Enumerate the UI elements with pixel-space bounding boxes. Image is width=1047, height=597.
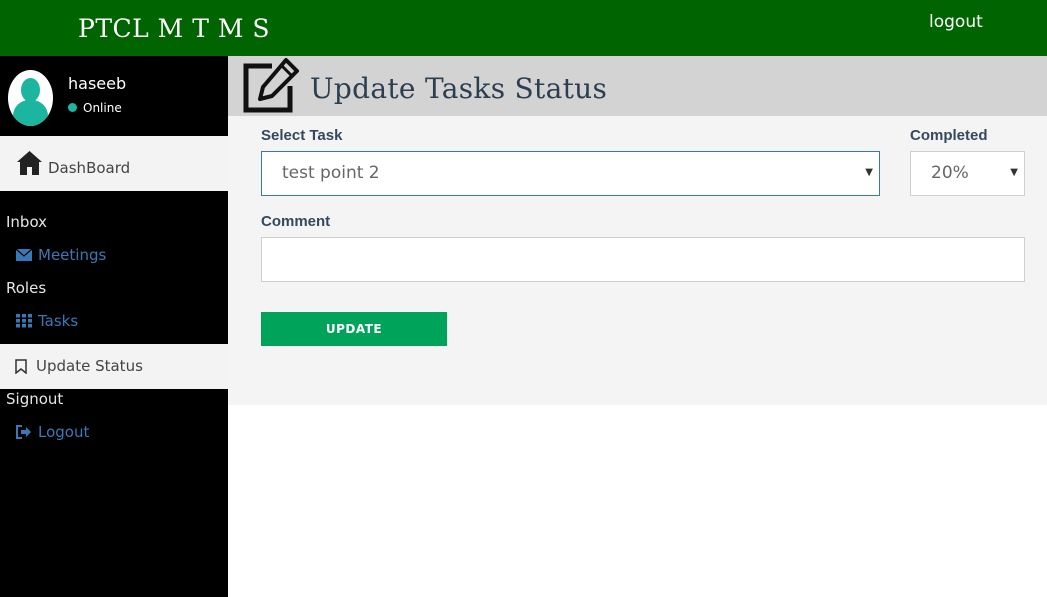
sidebar-heading-roles: Roles: [6, 279, 47, 297]
sidebar-item-logout[interactable]: Logout: [16, 423, 89, 441]
logout-link[interactable]: logout: [929, 12, 983, 32]
grid-icon: [16, 314, 32, 328]
brand-title[interactable]: PTCL M T M S: [78, 14, 270, 43]
sidebar-item-label: Logout: [38, 423, 90, 441]
online-status-text: Online: [83, 101, 122, 115]
completed-select[interactable]: 20% ▼: [910, 151, 1025, 196]
sidebar-item-label: Meetings: [38, 246, 107, 264]
envelope-icon: [16, 248, 32, 261]
select-task-label: Select Task: [261, 127, 343, 144]
comment-label: Comment: [261, 213, 331, 230]
sidebar-item-update-status[interactable]: Update Status: [0, 344, 228, 389]
sidebar-heading-signout: Signout: [6, 390, 64, 408]
completed-label: Completed: [910, 127, 988, 144]
sidebar-heading-inbox: Inbox: [6, 213, 48, 231]
user-profile: haseeb Online: [0, 56, 228, 136]
username: haseeb: [68, 74, 127, 93]
sidebar-item-label: Tasks: [38, 312, 79, 330]
online-status-icon: [68, 103, 77, 112]
task-select-value: test point 2: [282, 163, 380, 183]
comment-input[interactable]: [261, 237, 1025, 282]
avatar: [8, 70, 53, 126]
sign-out-icon: [16, 425, 31, 439]
bookmark-icon: [15, 359, 27, 374]
edit-icon: [243, 58, 299, 113]
page-title: Update Tasks Status: [310, 72, 608, 105]
home-icon: [17, 151, 42, 175]
sidebar: haseeb Online DashBoard Inbox Meetings R…: [0, 56, 228, 597]
update-status-form: Select Task test point 2 ▼ Completed 20%…: [228, 116, 1047, 405]
chevron-down-icon: ▼: [1010, 167, 1018, 178]
sidebar-item-tasks[interactable]: Tasks: [16, 312, 78, 330]
top-navbar: PTCL M T M S logout: [0, 0, 1047, 56]
update-button[interactable]: UPDATE: [261, 312, 447, 346]
task-select[interactable]: test point 2 ▼: [261, 151, 880, 196]
page-header: Update Tasks Status: [228, 56, 1047, 116]
sidebar-item-label: DashBoard: [48, 159, 131, 177]
sidebar-item-dashboard[interactable]: DashBoard: [0, 136, 228, 191]
sidebar-item-label: Update Status: [36, 357, 143, 375]
chevron-down-icon: ▼: [865, 167, 873, 178]
sidebar-item-meetings[interactable]: Meetings: [16, 246, 106, 264]
completed-select-value: 20%: [931, 163, 969, 183]
